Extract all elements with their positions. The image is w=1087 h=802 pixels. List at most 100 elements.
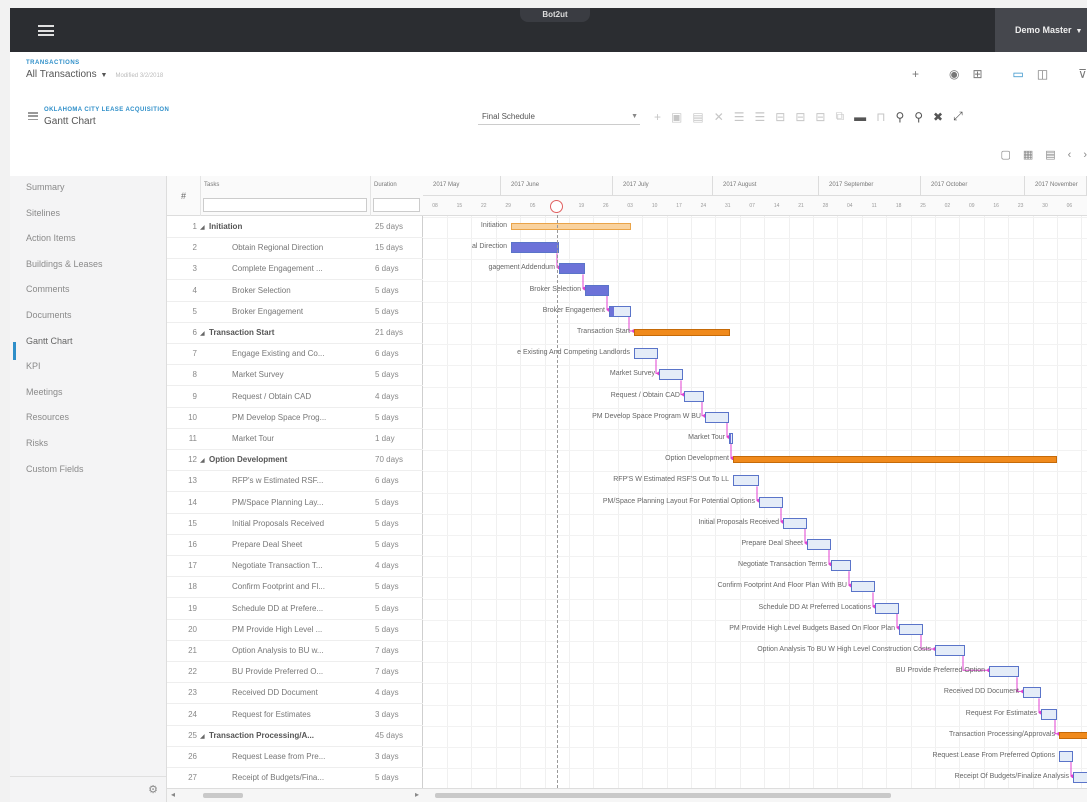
- sidebar-item-gantt-chart[interactable]: Gantt Chart: [26, 336, 73, 346]
- sidebar-item-custom-fields[interactable]: Custom Fields: [26, 464, 84, 474]
- table-row[interactable]: 16 Prepare Deal Sheet 5 days: [167, 535, 423, 556]
- baseline-icon[interactable]: ⊟: [815, 110, 825, 124]
- flag-icon[interactable]: ▬: [854, 110, 866, 124]
- task-bar[interactable]: [1023, 687, 1041, 699]
- sidebar-item-meetings[interactable]: Meetings: [26, 387, 63, 397]
- task-name[interactable]: RFP's w Estimated RSF...: [232, 476, 372, 485]
- task-name[interactable]: Obtain Regional Direction: [232, 243, 372, 252]
- task-group-name[interactable]: Option Development: [209, 455, 371, 464]
- collapse-icon[interactable]: ◢: [200, 224, 205, 231]
- table-row[interactable]: 8 Market Survey 5 days: [167, 365, 423, 387]
- table-row[interactable]: 21 Option Analysis to BU w... 7 days: [167, 641, 423, 662]
- user-menu[interactable]: Demo Master ▼: [995, 8, 1087, 52]
- table-row[interactable]: 26 Request Lease from Pre... 3 days: [167, 747, 423, 768]
- breadcrumb-category[interactable]: TRANSACTIONS: [26, 60, 80, 66]
- task-bar[interactable]: [585, 284, 609, 296]
- scroll-right-icon[interactable]: ▸: [415, 790, 419, 799]
- task-bar[interactable]: [659, 369, 683, 381]
- task-bar[interactable]: [733, 475, 759, 487]
- plus-icon[interactable]: +: [912, 67, 919, 81]
- table-row[interactable]: 27 Receipt of Budgets/Fina... 5 days: [167, 768, 423, 790]
- task-name[interactable]: PM Provide High Level ...: [232, 625, 372, 634]
- columns-icon[interactable]: ▭: [1013, 67, 1024, 81]
- grid-view-icon[interactable]: ⊞: [972, 67, 982, 81]
- print-icon[interactable]: ▢: [1000, 148, 1010, 161]
- task-name[interactable]: Received DD Document: [232, 688, 372, 697]
- gear-icon[interactable]: ⚙: [148, 783, 158, 796]
- list-icon[interactable]: [28, 112, 38, 120]
- scroll-left-icon[interactable]: ◂: [171, 790, 175, 799]
- table-row[interactable]: 23 Received DD Document 4 days: [167, 683, 423, 705]
- hamburger-icon[interactable]: [38, 25, 54, 36]
- task-name[interactable]: Request for Estimates: [232, 710, 372, 719]
- task-name[interactable]: Market Tour: [232, 434, 372, 443]
- fit-icon[interactable]: ✖: [933, 110, 943, 124]
- breadcrumb-selector[interactable]: All Transactions ▼ Modified 3/2/2018: [26, 69, 163, 80]
- summary-bar[interactable]: [634, 329, 730, 336]
- task-bar[interactable]: [729, 433, 733, 444]
- task-name[interactable]: Negotiate Transaction T...: [232, 561, 372, 570]
- sidebar-item-kpi[interactable]: KPI: [26, 361, 41, 371]
- calendar-icon[interactable]: ▦: [1023, 148, 1033, 161]
- task-bar[interactable]: [989, 666, 1019, 678]
- table-row[interactable]: 17 Negotiate Transaction T... 4 days: [167, 556, 423, 578]
- sidebar-item-sitelines[interactable]: Sitelines: [26, 208, 60, 218]
- expand-icon[interactable]: ⤢: [953, 109, 963, 124]
- task-bar[interactable]: [759, 496, 783, 508]
- task-name[interactable]: Broker Engagement: [232, 307, 372, 316]
- table-row[interactable]: 11 Market Tour 1 day: [167, 429, 423, 450]
- task-bar[interactable]: [559, 263, 585, 275]
- table-row[interactable]: 7 Engage Existing and Co... 6 days: [167, 344, 423, 366]
- table-row[interactable]: 20 PM Provide High Level ... 5 days: [167, 620, 423, 641]
- close-icon[interactable]: ✕: [714, 110, 724, 124]
- scroll-thumb[interactable]: [203, 793, 243, 798]
- task-name[interactable]: Engage Existing and Co...: [232, 349, 372, 358]
- task-name[interactable]: Schedule DD at Prefere...: [232, 604, 372, 613]
- app-tab[interactable]: Bot2ut: [520, 8, 590, 22]
- task-bar[interactable]: [684, 390, 704, 402]
- summary-bar[interactable]: [733, 456, 1057, 464]
- scroll-thumb[interactable]: [435, 793, 891, 798]
- table-row[interactable]: 22 BU Provide Preferred O... 7 days: [167, 662, 423, 684]
- task-bar[interactable]: [1073, 772, 1087, 784]
- table-row[interactable]: 12 ◢ Option Development 70 days: [167, 450, 423, 472]
- task-name[interactable]: Receipt of Budgets/Fina...: [232, 773, 372, 782]
- table-row[interactable]: 9 Request / Obtain CAD 4 days: [167, 387, 423, 408]
- table-row[interactable]: 10 PM Develop Space Prog... 5 days: [167, 408, 423, 429]
- task-bar[interactable]: [851, 581, 875, 593]
- task-bar[interactable]: [783, 517, 807, 529]
- duration-column-header[interactable]: Duration: [371, 176, 423, 216]
- task-group-name[interactable]: Transaction Processing/A...: [209, 731, 371, 740]
- task-bar[interactable]: [831, 560, 851, 572]
- task-bar[interactable]: [899, 623, 923, 635]
- task-name[interactable]: BU Provide Preferred O...: [232, 667, 372, 676]
- table-row[interactable]: 2 Obtain Regional Direction 15 days: [167, 238, 423, 260]
- add-icon[interactable]: +: [654, 110, 661, 124]
- collapse-icon[interactable]: ◢: [200, 330, 205, 337]
- outdent-icon[interactable]: ☰: [755, 110, 766, 124]
- zoom-out-icon[interactable]: ⚲: [914, 110, 923, 124]
- globe-icon[interactable]: ◉: [949, 67, 959, 81]
- task-name[interactable]: PM/Space Planning Lay...: [232, 498, 372, 507]
- collapse-icon[interactable]: ◢: [200, 733, 205, 740]
- indent-icon[interactable]: ☰: [734, 110, 745, 124]
- collapse-icon[interactable]: ◢: [200, 457, 205, 464]
- sidebar-item-risks[interactable]: Risks: [26, 438, 48, 448]
- task-group-name[interactable]: Initiation: [209, 222, 371, 231]
- table-row[interactable]: 3 Complete Engagement ... 6 days: [167, 259, 423, 281]
- save-icon[interactable]: ▤: [692, 110, 703, 124]
- table-row[interactable]: 6 ◢ Transaction Start 21 days: [167, 323, 423, 344]
- next-icon[interactable]: ›: [1083, 149, 1087, 161]
- duration-filter-input[interactable]: [373, 198, 420, 212]
- unlink-icon[interactable]: ⊟: [795, 110, 805, 124]
- task-bar[interactable]: [875, 602, 899, 614]
- sidebar-item-action-items[interactable]: Action Items: [26, 233, 76, 243]
- link-icon[interactable]: ⊟: [775, 110, 785, 124]
- table-row[interactable]: 1 ◢ Initiation 25 days: [167, 217, 423, 238]
- task-name[interactable]: PM Develop Space Prog...: [232, 413, 372, 422]
- task-bar[interactable]: [609, 305, 631, 317]
- task-name[interactable]: Market Survey: [232, 370, 372, 379]
- task-bar[interactable]: [705, 411, 729, 423]
- task-bar[interactable]: [634, 348, 658, 360]
- copy-icon[interactable]: ⧉: [835, 109, 844, 124]
